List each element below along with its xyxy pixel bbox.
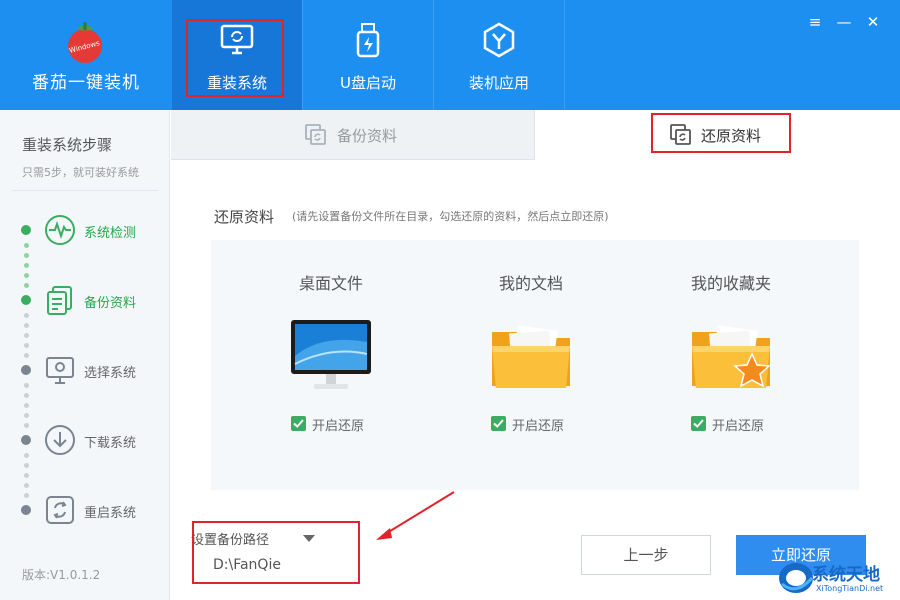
step-label-system-check: 系统检测 <box>84 226 137 241</box>
tab-usb-boot[interactable]: U盘启动 <box>303 0 433 110</box>
documents-icon <box>47 286 72 315</box>
tomato-logo-icon: Windows <box>68 22 102 63</box>
subtab-restore[interactable]: 还原资料 <box>535 110 900 160</box>
title-bar: Windows 番茄一键装机 重装系统 U盘启动 装机应用 ≡ — ✕ <box>0 0 900 110</box>
step-bullet <box>21 225 31 235</box>
sidebar-title: 重装系统步骤 <box>22 136 113 154</box>
sidebar-subtitle: 只需5步，就可装好系统 <box>22 166 139 179</box>
checkbox-label: 开启还原 <box>512 419 565 434</box>
divider <box>12 190 158 191</box>
watermark-text: 系统天地 <box>812 565 880 585</box>
connector-dot <box>24 243 29 248</box>
folder-icon <box>492 325 570 388</box>
step-label-download: 下载系统 <box>84 436 137 451</box>
step-label-backup: 备份资料 <box>84 296 137 311</box>
monitor-refresh-icon <box>220 24 254 55</box>
pulse-icon <box>45 215 75 245</box>
usb-drive-icon <box>356 23 380 58</box>
connector-dot <box>24 493 29 498</box>
steps-sidebar: 重装系统步骤 只需5步，就可装好系统 系统检测 备份资料 选择系统 下载系统 重… <box>0 110 170 600</box>
backup-icon <box>305 124 326 145</box>
backup-path-value: D:\FanQie <box>213 557 281 573</box>
tab-reinstall-system[interactable]: 重装系统 <box>172 0 302 110</box>
checkbox-label: 开启还原 <box>712 419 765 434</box>
checkmark-icon <box>693 419 704 428</box>
connector-dot <box>24 323 29 328</box>
download-icon <box>45 425 75 455</box>
desktop-monitor-icon <box>291 320 371 389</box>
minimize-icon[interactable]: — <box>834 12 854 32</box>
restore-checkbox-favorites[interactable] <box>691 416 706 431</box>
apps-shield-icon <box>483 22 515 58</box>
restore-checkbox-documents[interactable] <box>491 416 506 431</box>
connector-dot <box>24 473 29 478</box>
section-hint: (请先设置备份文件所在目录，勾选还原的资料，然后点立即还原) <box>292 210 609 223</box>
connector-dot <box>24 463 29 468</box>
main-content: 备份资料 还原资料 还原资料 (请先设置备份文件所在目录，勾选还原的资料，然后点… <box>171 110 900 600</box>
checkmark-icon <box>293 419 304 428</box>
connector-dot <box>24 333 29 338</box>
card-title: 桌面文件 <box>298 274 363 293</box>
checkbox-label: 开启还原 <box>312 419 365 434</box>
restore-icon <box>670 124 691 145</box>
checkmark-icon <box>493 419 504 428</box>
nav-divider <box>564 0 565 110</box>
restore-card-favorites: 我的收藏夹 开启还原 <box>631 240 831 490</box>
restore-card-desktop: 桌面文件 开启还原 <box>231 240 431 490</box>
subtab-restore-label: 还原资料 <box>701 127 762 145</box>
connector-dot <box>24 273 29 278</box>
connector-dot <box>24 353 29 358</box>
step-bullet <box>21 365 31 375</box>
card-title: 我的文档 <box>498 274 563 293</box>
folder-star-icon <box>692 325 771 388</box>
step-label-restart: 重启系统 <box>84 506 137 521</box>
tab-label: 装机应用 <box>468 74 529 92</box>
tab-label: U盘启动 <box>340 74 396 92</box>
connector-dot <box>24 313 29 318</box>
step-bullet <box>21 505 31 515</box>
connector-dot <box>24 483 29 488</box>
tab-label: 重装系统 <box>206 74 267 92</box>
close-icon[interactable]: ✕ <box>863 12 883 32</box>
connector-dot <box>24 343 29 348</box>
connector-dot <box>24 413 29 418</box>
previous-step-button[interactable]: 上一步 <box>581 535 711 575</box>
connector-dot <box>24 403 29 408</box>
brand: Windows 番茄一键装机 <box>0 0 172 110</box>
step-bullet <box>21 295 31 305</box>
tab-install-apps[interactable]: 装机应用 <box>434 0 564 110</box>
restore-checkbox-desktop[interactable] <box>291 416 306 431</box>
step-bullet <box>21 435 31 445</box>
connector-dot <box>24 283 29 288</box>
menu-icon[interactable]: ≡ <box>805 12 825 32</box>
connector-dot <box>24 383 29 388</box>
connector-dot <box>24 393 29 398</box>
version-label: 版本:V1.0.1.2 <box>22 568 101 582</box>
restart-icon <box>46 496 74 524</box>
step-label-select-system: 选择系统 <box>84 366 137 381</box>
backup-path-dropdown[interactable]: 设置备份路径 <box>191 529 269 548</box>
connector-dot <box>24 263 29 268</box>
connector-dot <box>24 253 29 258</box>
caret-down-icon[interactable] <box>303 535 315 542</box>
subtab-backup[interactable]: 备份资料 <box>171 110 535 160</box>
subtab-backup-label: 备份资料 <box>337 127 398 145</box>
restore-items-panel: 桌面文件 开启还原 我的文档 开启还原 我的收藏夹 开启还原 <box>211 240 859 490</box>
restore-card-documents: 我的文档 开启还原 <box>431 240 631 490</box>
card-title: 我的收藏夹 <box>690 274 771 293</box>
connector-dot <box>24 423 29 428</box>
app-title: 番茄一键装机 <box>32 73 140 93</box>
section-title: 还原资料 <box>214 208 275 226</box>
monitor-icon <box>46 357 74 384</box>
watermark-subtext: XiTongTianDi.net <box>816 584 884 593</box>
connector-dot <box>24 453 29 458</box>
